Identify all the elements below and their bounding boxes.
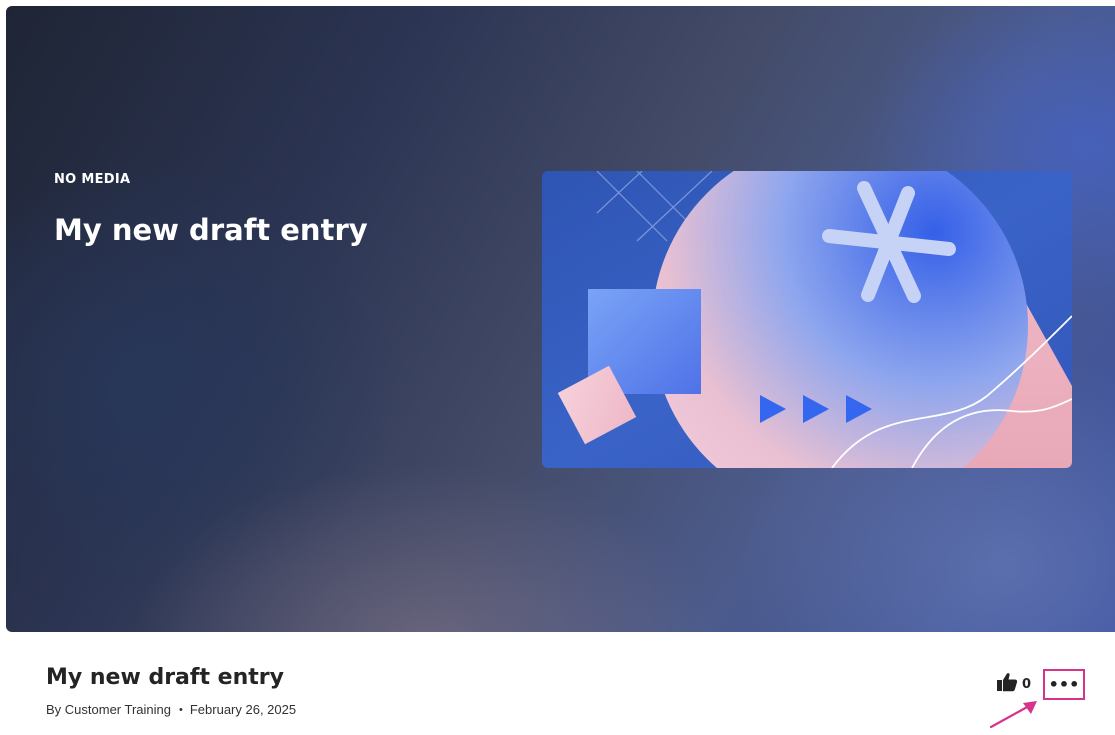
media-badge: NO MEDIA [54, 172, 131, 187]
entry-author: By Customer Training [46, 702, 171, 717]
like-button[interactable]: 0 [996, 672, 1031, 696]
hero-illustration [542, 171, 1072, 468]
hero-banner: NO MEDIA My new draft entry [6, 6, 1115, 632]
more-options-button[interactable]: ••• [1043, 669, 1085, 700]
meta-separator: • [179, 703, 183, 716]
thumbs-up-icon [996, 672, 1018, 696]
hero-title: My new draft entry [54, 213, 368, 247]
entry-date: February 26, 2025 [189, 702, 297, 717]
entry-meta: By Customer Training • February 26, 2025 [46, 702, 296, 717]
more-options-icon: ••• [1048, 674, 1080, 694]
like-count: 0 [1022, 676, 1032, 692]
annotation-arrow-icon [985, 698, 1045, 735]
entry-title: My new draft entry [46, 665, 284, 690]
